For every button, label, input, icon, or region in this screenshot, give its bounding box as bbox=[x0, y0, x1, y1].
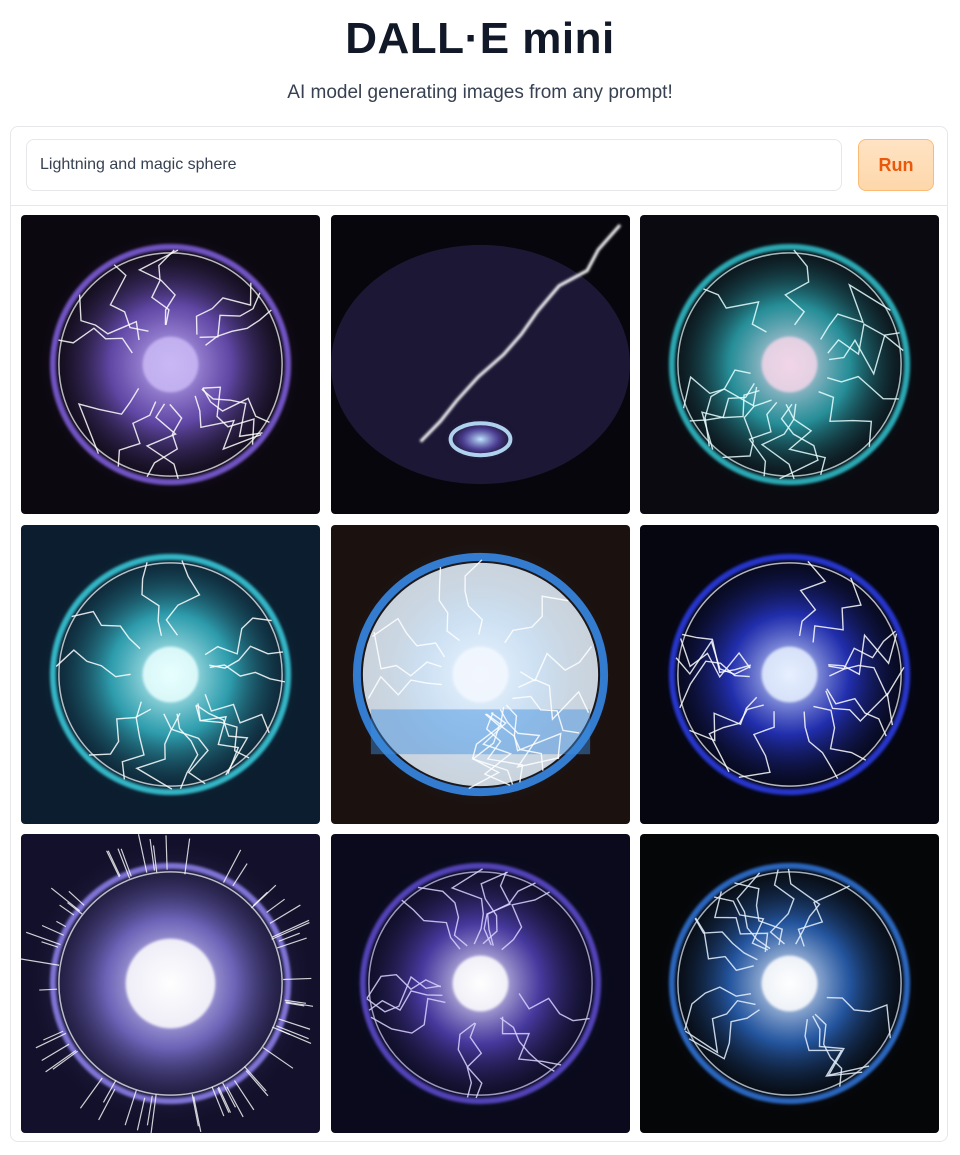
run-button[interactable]: Run bbox=[858, 139, 934, 191]
generated-image-4[interactable] bbox=[21, 524, 320, 824]
generated-image-3[interactable] bbox=[640, 215, 939, 514]
generator-panel: Run bbox=[10, 126, 948, 1142]
image-gallery bbox=[21, 215, 939, 1133]
generated-image-6[interactable] bbox=[640, 524, 939, 824]
generated-image-7[interactable] bbox=[21, 834, 320, 1133]
generated-image-8[interactable] bbox=[330, 834, 630, 1133]
generated-image-1[interactable] bbox=[21, 215, 320, 514]
page-subtitle: AI model generating images from any prom… bbox=[287, 82, 673, 103]
generated-image-5[interactable] bbox=[330, 524, 630, 824]
generated-image-2[interactable] bbox=[330, 215, 630, 514]
prompt-row: Run bbox=[11, 127, 947, 206]
page-title: DALL·E mini bbox=[345, 14, 615, 63]
prompt-input[interactable] bbox=[26, 139, 842, 191]
generated-image-9[interactable] bbox=[640, 834, 939, 1133]
